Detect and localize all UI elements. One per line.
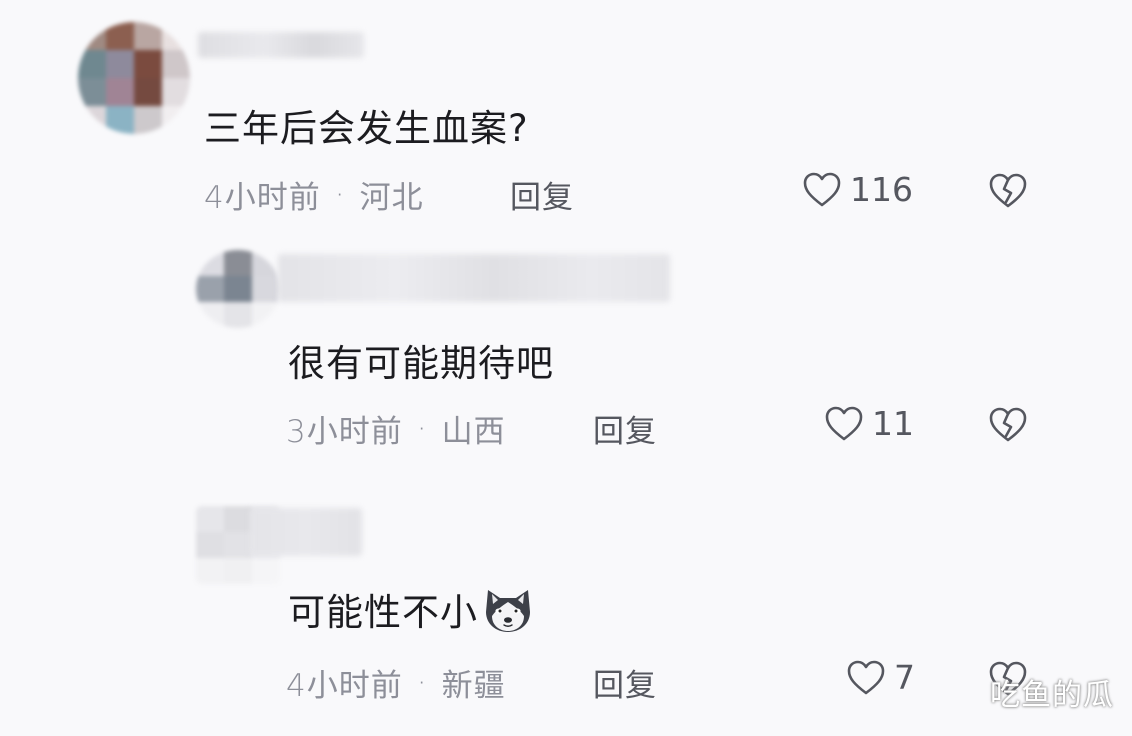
like-button[interactable]: 116: [802, 170, 913, 209]
like-count: 116: [850, 170, 913, 209]
comment-location: 河北: [359, 180, 424, 216]
heart-icon: [847, 660, 885, 694]
broken-heart-icon[interactable]: [988, 172, 1028, 210]
avatar[interactable]: [78, 22, 190, 134]
reply-button[interactable]: 回复: [593, 660, 657, 705]
reply-button[interactable]: 回复: [510, 172, 574, 217]
comment-text: 可能性不小: [288, 582, 534, 636]
reply-button[interactable]: 回复: [593, 406, 657, 451]
comment-text: 三年后会发生血案?: [204, 107, 529, 150]
like-button[interactable]: 11: [824, 404, 914, 443]
husky-emoji-icon: [486, 590, 530, 632]
comment-time: 3小时前: [286, 414, 403, 450]
comment-time: 4小时前: [286, 668, 403, 704]
comment-location: 山西: [441, 414, 506, 450]
comment-meta: 4小时前 · 河北: [204, 172, 424, 217]
separator-dot: ·: [334, 176, 346, 213]
like-count: 7: [894, 658, 915, 697]
username-redacted[interactable]: [278, 254, 670, 302]
comment-meta: 3小时前 · 山西: [286, 406, 506, 451]
heart-icon: [825, 406, 863, 440]
watermark: 吃鱼的瓜: [990, 678, 1114, 713]
like-button[interactable]: 7: [846, 658, 915, 697]
comment-meta: 4小时前 · 新疆: [286, 660, 506, 705]
comment-text: 很有可能期待吧: [288, 342, 554, 385]
comment-location: 新疆: [441, 668, 506, 704]
heart-icon: [803, 172, 841, 206]
separator-dot: ·: [416, 410, 428, 447]
broken-heart-icon[interactable]: [988, 406, 1028, 444]
like-count: 11: [872, 404, 914, 443]
avatar[interactable]: [196, 250, 280, 328]
separator-dot: ·: [416, 664, 428, 701]
comment-time: 4小时前: [204, 180, 321, 216]
username-redacted[interactable]: [250, 508, 362, 556]
username-redacted[interactable]: [198, 32, 364, 58]
